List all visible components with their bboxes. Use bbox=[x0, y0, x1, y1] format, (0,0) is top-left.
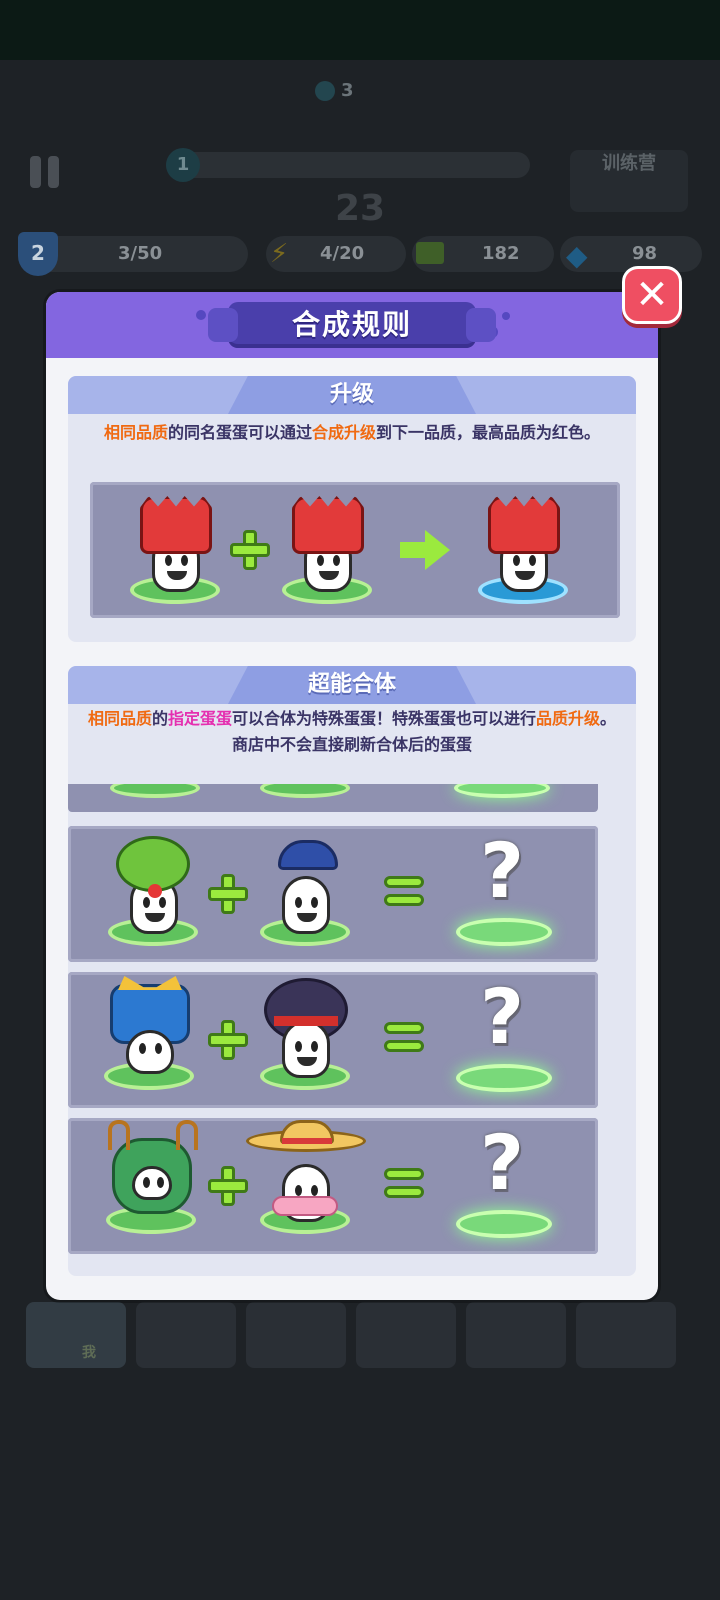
close-button[interactable]: ✕ bbox=[622, 266, 682, 324]
dialog-title: 合成规则 bbox=[291, 308, 412, 341]
training-button[interactable]: 训练营 bbox=[570, 150, 688, 212]
police-egg-icon bbox=[260, 832, 350, 952]
unit-slot[interactable] bbox=[466, 1302, 566, 1368]
upgrade-description: 相同品质的同名蛋蛋可以通过合成升级到下一品质，最高品质为红色。 bbox=[103, 423, 601, 442]
unit-slot[interactable] bbox=[246, 1302, 346, 1368]
diamond-icon: ◆ bbox=[566, 239, 588, 272]
close-x-icon: ✕ bbox=[635, 272, 669, 318]
fusion-description: 相同品质的指定蛋蛋可以合体为特殊蛋蛋！特殊蛋蛋也可以进行品质升级。 商店中不会直接… bbox=[87, 709, 617, 754]
lightning-icon: ⚡ bbox=[270, 239, 289, 269]
question-mark-icon: ? bbox=[456, 826, 552, 952]
red-hair-egg-icon bbox=[282, 490, 372, 610]
question-mark-icon: ? bbox=[456, 1118, 552, 1244]
equals-icon bbox=[384, 1022, 424, 1056]
title-plate: 合成规则 bbox=[208, 302, 496, 348]
energy-counter[interactable]: ⚡ 4/20 bbox=[266, 236, 406, 272]
cash-icon bbox=[416, 242, 444, 264]
cash-counter[interactable]: 182 bbox=[412, 236, 554, 272]
arrow-right-icon bbox=[400, 530, 450, 570]
unit-slot[interactable] bbox=[356, 1302, 456, 1368]
clown-egg-icon bbox=[108, 832, 198, 952]
unit-slot[interactable] bbox=[576, 1302, 676, 1368]
red-hair-egg-icon bbox=[130, 490, 220, 610]
upgrade-section: 升级 相同品质的同名蛋蛋可以通过合成升级到下一品质，最高品质为红色。 bbox=[68, 376, 636, 642]
upgrade-example bbox=[90, 482, 620, 618]
wave-progress-bar: 1 bbox=[166, 148, 530, 182]
fusion-section-title: 超能合体 bbox=[307, 672, 396, 697]
forest-spirit-egg-icon bbox=[106, 1120, 198, 1240]
unit-slot[interactable]: 我 bbox=[26, 1302, 126, 1368]
unit-slot[interactable] bbox=[136, 1302, 236, 1368]
question-mark-icon: ? bbox=[456, 972, 552, 1098]
plus-icon bbox=[230, 530, 270, 570]
wave-indicator: 3 bbox=[315, 80, 375, 110]
fusion-combo-row: ? bbox=[68, 1118, 598, 1254]
plus-icon bbox=[208, 874, 248, 914]
mecha-egg-icon bbox=[104, 976, 194, 1096]
fusion-combo-row bbox=[68, 784, 598, 812]
pause-icon bbox=[30, 156, 41, 188]
plus-icon bbox=[208, 1020, 248, 1060]
unit-slots: 我 bbox=[26, 1302, 686, 1370]
merge-rules-dialog: 合成规则 升级 相同品质的同名蛋蛋可以通过合成升级到下一品质，最高品质为红色。 bbox=[46, 292, 658, 1300]
gem-icon bbox=[315, 81, 335, 101]
dialog-header: 合成规则 bbox=[46, 292, 658, 358]
top-bar bbox=[0, 0, 720, 60]
pause-button[interactable] bbox=[26, 152, 66, 192]
straw-hat-egg-icon bbox=[246, 1120, 366, 1240]
fusion-combo-list[interactable]: ? ? ? bbox=[68, 784, 598, 1280]
equals-icon bbox=[384, 876, 424, 910]
plus-icon bbox=[208, 1166, 248, 1206]
red-hair-egg-upgraded-icon bbox=[478, 490, 568, 610]
level-shield-icon: 2 bbox=[18, 232, 58, 276]
fusion-combo-row: ? bbox=[68, 972, 598, 1108]
player-level: 2 3/50 bbox=[18, 232, 248, 276]
rambo-egg-icon bbox=[260, 976, 350, 1096]
upgrade-section-title: 升级 bbox=[329, 382, 374, 407]
countdown-counter: 23 bbox=[334, 188, 386, 229]
equals-icon bbox=[384, 1168, 424, 1202]
fusion-combo-row: ? bbox=[68, 826, 598, 962]
